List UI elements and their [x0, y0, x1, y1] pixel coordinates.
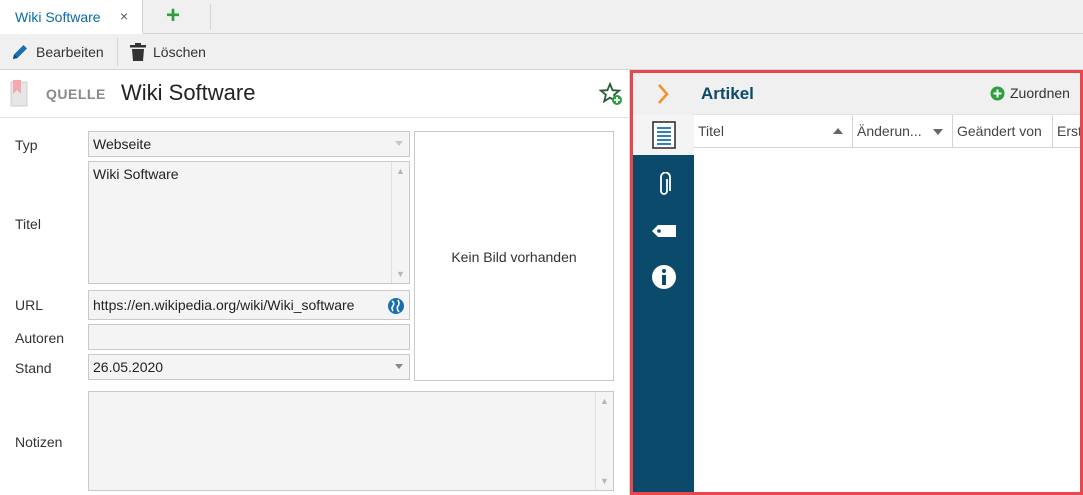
- type-value: Webseite: [93, 136, 152, 152]
- image-placeholder-text: Kein Bild vorhanden: [451, 249, 577, 265]
- notes-label: Notizen: [15, 434, 63, 450]
- url-label: URL: [15, 297, 44, 313]
- side-nav: [633, 73, 694, 492]
- column-label: Erst: [1057, 123, 1080, 139]
- scroll-down-arrow[interactable]: ▼: [392, 265, 409, 283]
- toolbar: Bearbeiten Löschen: [0, 34, 1083, 70]
- chevron-down-icon[interactable]: [395, 364, 403, 369]
- scrollbar[interactable]: ▲ ▼: [391, 162, 409, 283]
- column-header-changed-by[interactable]: Geändert von: [953, 115, 1053, 147]
- authors-field[interactable]: [88, 324, 410, 350]
- add-tab-button[interactable]: +: [166, 3, 180, 29]
- image-placeholder[interactable]: Kein Bild vorhanden: [414, 131, 614, 381]
- scroll-up-arrow[interactable]: ▲: [392, 162, 409, 180]
- column-header-changed[interactable]: Änderun...: [853, 115, 953, 147]
- tag-icon: [651, 225, 676, 237]
- date-picker[interactable]: 26.05.2020: [88, 354, 410, 380]
- edit-button[interactable]: Bearbeiten: [10, 34, 104, 70]
- url-value: https://en.wikipedia.org/wiki/Wiki_softw…: [93, 297, 355, 313]
- type-select[interactable]: Webseite: [88, 131, 410, 157]
- date-value: 26.05.2020: [93, 359, 164, 375]
- sort-descending-icon: [933, 129, 943, 135]
- column-label: Titel: [698, 123, 724, 139]
- column-label: Änderun...: [857, 123, 922, 139]
- authors-label: Autoren: [15, 330, 65, 346]
- delete-label: Löschen: [153, 44, 206, 60]
- panel-title: Artikel: [701, 84, 754, 103]
- tab-wiki-software[interactable]: Wiki Software ×: [0, 0, 143, 34]
- divider: [117, 38, 118, 66]
- trash-icon: [130, 43, 146, 61]
- assign-button[interactable]: Zuordnen: [990, 85, 1070, 101]
- document-list-icon: [651, 121, 676, 149]
- star-add-icon[interactable]: [599, 82, 623, 106]
- scrollbar[interactable]: ▲ ▼: [595, 392, 613, 490]
- scroll-down-arrow[interactable]: ▼: [596, 472, 613, 490]
- collapse-button[interactable]: [633, 73, 694, 115]
- chevron-right-icon: [658, 84, 669, 104]
- edit-label: Bearbeiten: [36, 44, 104, 60]
- articles-content: Artikel Zuordnen Titel Änderun... Geände…: [694, 73, 1080, 492]
- paperclip-icon: [659, 172, 671, 195]
- record-header: QUELLE Wiki Software: [0, 70, 630, 118]
- close-icon[interactable]: ×: [120, 8, 128, 24]
- info-icon: [651, 265, 676, 289]
- title-value: Wiki Software: [93, 166, 179, 182]
- page-title: Wiki Software: [121, 80, 256, 105]
- articles-header: Artikel Zuordnen: [694, 73, 1080, 115]
- url-field[interactable]: https://en.wikipedia.org/wiki/Wiki_softw…: [88, 290, 410, 320]
- column-header-created[interactable]: Erst: [1053, 115, 1080, 147]
- grid-header: Titel Änderun... Geändert von Erst: [694, 115, 1080, 148]
- nav-articles[interactable]: [633, 115, 694, 155]
- record-detail-pane: QUELLE Wiki Software Typ Webseite Titel …: [0, 70, 630, 495]
- divider: [210, 4, 211, 30]
- globe-icon[interactable]: [387, 297, 405, 315]
- nav-tags[interactable]: [633, 211, 694, 251]
- sort-ascending-icon: [833, 128, 843, 134]
- type-label: Typ: [15, 137, 38, 153]
- nav-info[interactable]: [633, 257, 694, 297]
- date-label: Stand: [15, 360, 52, 376]
- pencil-icon: [13, 45, 27, 59]
- chevron-down-icon: [395, 141, 403, 146]
- scroll-up-arrow[interactable]: ▲: [596, 392, 613, 410]
- nav-attachments[interactable]: [633, 165, 694, 205]
- record-kind-label: QUELLE: [46, 86, 106, 102]
- tab-bar: Wiki Software × +: [0, 0, 1083, 34]
- tab-label: Wiki Software: [15, 9, 101, 25]
- bookmark-icon: [10, 80, 28, 107]
- linked-items-panel: Artikel Zuordnen Titel Änderun... Geände…: [630, 70, 1083, 495]
- delete-button[interactable]: Löschen: [129, 34, 206, 70]
- assign-label: Zuordnen: [1010, 85, 1070, 101]
- column-header-title[interactable]: Titel: [694, 115, 853, 147]
- notes-field[interactable]: ▲ ▼: [88, 391, 614, 491]
- column-label: Geändert von: [957, 123, 1042, 139]
- title-label: Titel: [15, 216, 41, 232]
- plus-circle-icon: [990, 86, 1005, 100]
- title-field[interactable]: Wiki Software ▲ ▼: [88, 161, 410, 284]
